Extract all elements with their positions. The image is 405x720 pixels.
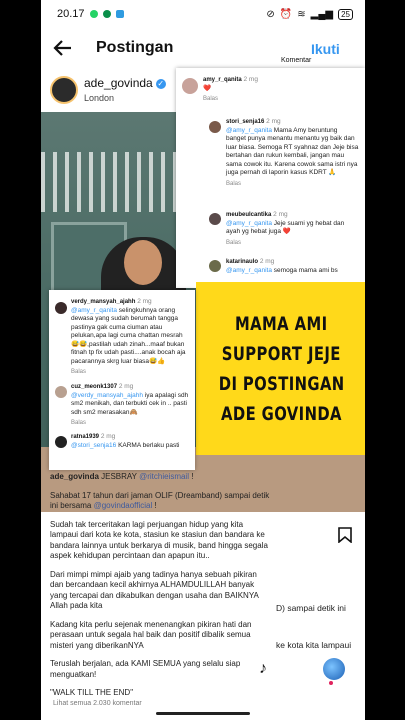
comment-time: 2 mg: [259, 258, 275, 265]
comment-mention[interactable]: @amy_r_qanita: [71, 307, 117, 314]
music-icon[interactable]: ♪: [259, 660, 267, 678]
commenter-avatar[interactable]: [209, 121, 221, 133]
comment-user[interactable]: verdy_mansyah_ajahh: [71, 299, 135, 305]
caption-paragraph: Sahabat 17 tahun dari jaman OLIF (Dreamb…: [50, 490, 270, 511]
comment-text: selingkuhnya orang dewasa yang sudah ber…: [71, 306, 186, 365]
notification-dot: [329, 681, 333, 685]
verified-icon: ✓: [155, 78, 166, 89]
comments-panel-title: Komentar: [281, 57, 312, 64]
comment-item: ratna1939 2 mg @stori_senja16 KARMA berl…: [71, 433, 191, 450]
whatsapp-business-icon: [102, 10, 111, 18]
comment-mention[interactable]: @amy_r_qanita: [226, 127, 272, 134]
reply-button[interactable]: Balas: [71, 368, 191, 377]
post-username-row[interactable]: ade_govinda ✓: [84, 76, 166, 90]
overlay-line: DI POSTINGAN: [218, 372, 345, 395]
comment-user[interactable]: ratna1939: [71, 434, 99, 440]
wifi-icon: ≋: [297, 8, 306, 20]
comment-item: stori_senja16 2 mg @amy_r_qanita Mama Am…: [226, 118, 359, 188]
caption-text: !: [188, 472, 194, 481]
comment-mention[interactable]: @verdy_mansyah_ajahh: [71, 392, 143, 399]
comment-time: 2 mg: [100, 433, 116, 440]
comment-time: 2 mg: [273, 211, 288, 218]
caption-overflow-text: D) sampai detik ini: [276, 603, 346, 613]
comment-user[interactable]: cuz_meonk1307: [71, 384, 117, 390]
top-bar: Postingan Ikuti: [41, 28, 365, 72]
commenter-avatar[interactable]: [55, 436, 67, 448]
overlay-text-box: MAMA AMI SUPPORT JEJE DI POSTINGAN ADE G…: [196, 282, 365, 455]
back-arrow-icon[interactable]: [51, 36, 75, 60]
view-all-comments[interactable]: Lihat semua 2.030 komentar: [53, 700, 142, 707]
replies-panel: verdy_mansyah_ajahh 2 mg @amy_r_qanita s…: [49, 290, 195, 470]
comment-time: 2 mg: [118, 383, 134, 390]
reply-button[interactable]: Balas: [203, 95, 358, 104]
comment-text: KARMA berlaku pasti: [116, 441, 180, 449]
app-notification-icon: [115, 10, 124, 18]
overlay-line: MAMA AMI: [235, 312, 328, 335]
post-username[interactable]: ade_govinda: [84, 76, 153, 90]
overlay-line: SUPPORT JEJE: [221, 342, 341, 365]
alarm-icon: ⏰: [279, 8, 293, 20]
caption-paragraph: Sudah tak terceritakan lagi perjuangan h…: [50, 519, 268, 561]
comment-text: semoga mama ami bs: [271, 266, 338, 274]
globe-icon[interactable]: [323, 658, 345, 680]
reply-button[interactable]: Balas: [226, 180, 359, 189]
caption-overflow-text: ke kota kita lampaui: [276, 640, 352, 650]
comment-item: meubeulcantika 2 mg @amy_r_qanita Jeje s…: [226, 211, 359, 247]
reply-button[interactable]: Balas: [71, 419, 191, 428]
comment-time: 2 mg: [137, 298, 152, 305]
caption-paragraph: Teruslah berjalan, ada KAMI SEMUA yang s…: [50, 659, 241, 679]
comment-item: cuz_meonk1307 2 mg @verdy_mansyah_ajahh …: [71, 383, 191, 428]
bookmark-icon[interactable]: [338, 527, 352, 543]
status-bar: 20.17 ⊘ ⏰ ≋ ▂▄▆ 25: [41, 0, 365, 28]
caption-mention[interactable]: @ritchieismail: [139, 472, 189, 481]
post-location[interactable]: London: [84, 93, 114, 103]
battery-icon: 25: [338, 8, 353, 20]
comment-time: 2 mg: [243, 76, 258, 83]
person-head: [124, 240, 162, 285]
mute-icon: ⊘: [266, 8, 275, 20]
comment-user[interactable]: amy_r_qanita: [203, 77, 242, 83]
commenter-avatar[interactable]: [55, 386, 67, 398]
comment-item: amy_r_qanita 2 mg ❤️ Balas: [203, 76, 358, 104]
home-indicator[interactable]: [156, 712, 250, 715]
caption-text: !: [152, 501, 157, 510]
page-title: Postingan: [96, 39, 174, 56]
comment-item: verdy_mansyah_ajahh 2 mg @amy_r_qanita s…: [71, 298, 191, 377]
comment-user[interactable]: katarinaulo: [226, 259, 258, 265]
caption-paragraph: Kadang kita perlu sejenak menenangkan pi…: [50, 619, 252, 650]
signal-icon: ▂▄▆: [310, 8, 334, 20]
avatar[interactable]: [50, 76, 78, 104]
reply-button[interactable]: Balas: [226, 239, 359, 248]
comment-user[interactable]: stori_senja16: [226, 119, 264, 125]
comment-mention[interactable]: @stori_senja16: [71, 442, 116, 449]
commenter-avatar[interactable]: [209, 213, 221, 225]
comment-mention[interactable]: @amy_r_qanita: [226, 267, 272, 274]
comment-text: ❤️: [203, 84, 212, 92]
status-time: 20.17: [57, 8, 85, 20]
comment-item: katarinaulo 2 mg @amy_r_qanita semoga ma…: [226, 258, 359, 275]
whatsapp-icon: [89, 10, 98, 18]
caption-username[interactable]: ade_govinda: [50, 472, 99, 481]
follow-button[interactable]: Ikuti: [311, 41, 340, 57]
comment-mention[interactable]: @amy_r_qanita: [226, 220, 272, 227]
caption-paragraph: Dari mimpi mimpi ajaib yang tadinya hany…: [50, 569, 259, 611]
commenter-avatar[interactable]: [55, 302, 67, 314]
overlay-line: ADE GOVINDA: [221, 402, 342, 425]
phone-screen: 20.17 ⊘ ⏰ ≋ ▂▄▆ 25 Postingan Ikuti ade_g…: [41, 0, 365, 720]
post-header[interactable]: ade_govinda ✓ London: [41, 74, 181, 110]
caption-text: JESBRAY: [98, 472, 140, 481]
commenter-avatar[interactable]: [182, 78, 198, 94]
comment-time: 2 mg: [266, 118, 281, 125]
caption-paragraph: "WALK TILL THE END": [50, 688, 134, 697]
comment-user[interactable]: meubeulcantika: [226, 212, 271, 218]
fence-decoration: [41, 152, 191, 212]
comments-panel: amy_r_qanita 2 mg ❤️ Balas stori_senja16…: [176, 68, 365, 288]
commenter-avatar[interactable]: [209, 260, 221, 272]
caption-mention[interactable]: @govindaofficial: [94, 501, 153, 510]
post-caption: ade_govinda JESBRAY @ritchieismail ! Sah…: [50, 472, 270, 707]
